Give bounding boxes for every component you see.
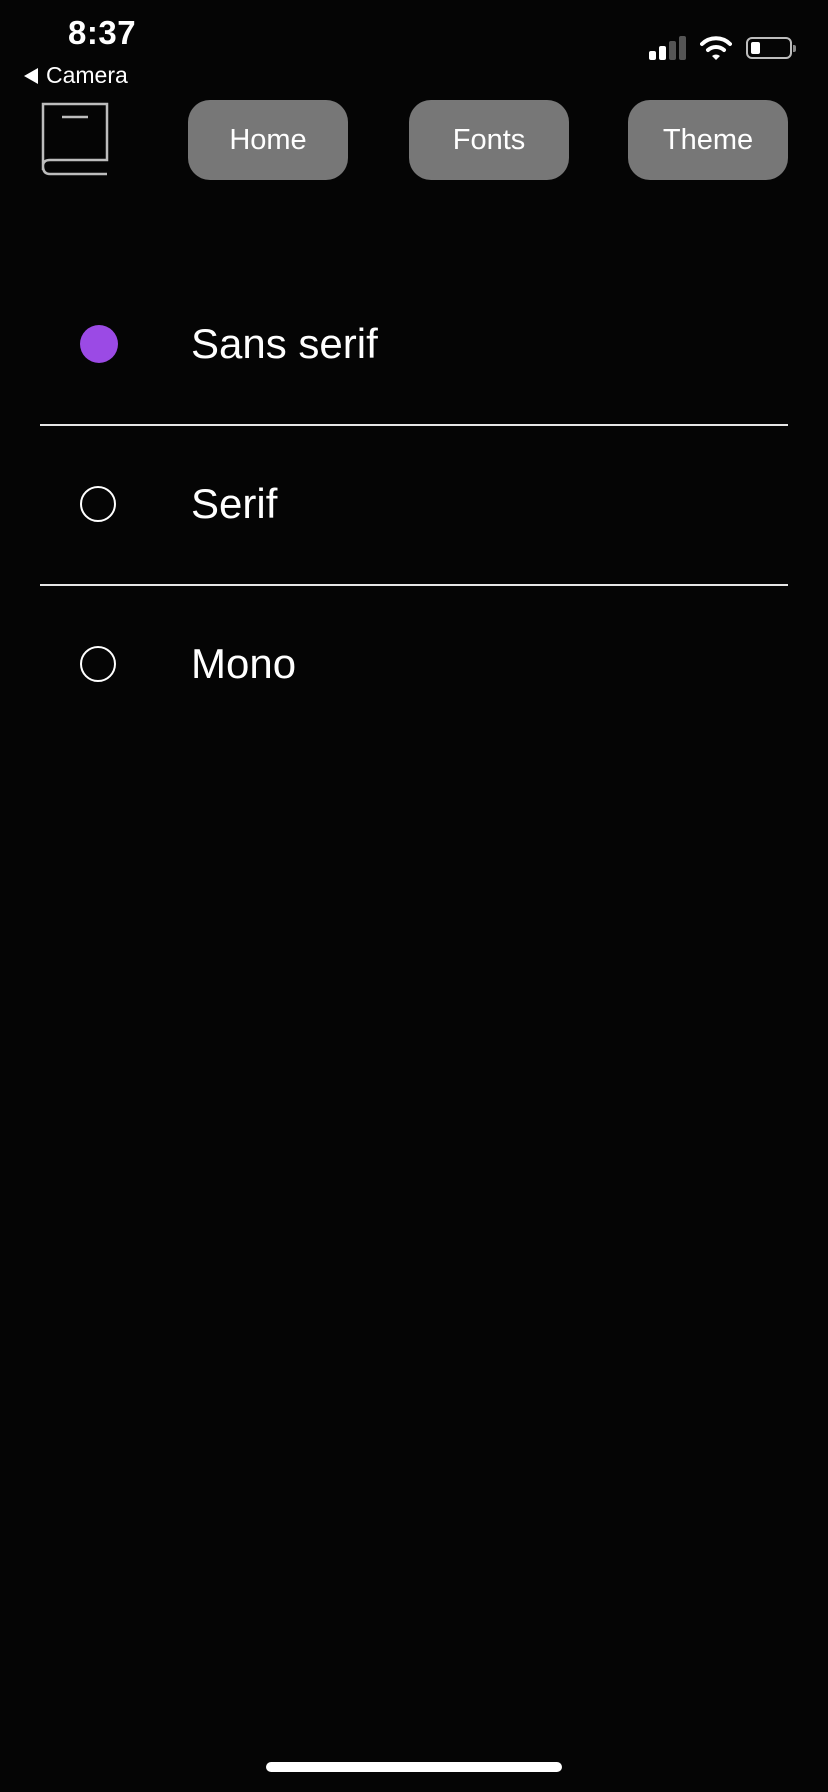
wifi-icon bbox=[700, 36, 732, 60]
font-option-label: Serif bbox=[191, 480, 278, 527]
home-button[interactable]: Home bbox=[188, 100, 348, 180]
theme-button[interactable]: Theme bbox=[628, 100, 788, 180]
book-icon[interactable] bbox=[40, 100, 110, 178]
radio-unselected-icon[interactable] bbox=[80, 486, 116, 522]
back-link-label: Camera bbox=[46, 62, 128, 88]
font-option-label: Sans serif bbox=[191, 320, 378, 367]
back-arrow-icon bbox=[24, 67, 38, 84]
font-option-mono[interactable]: Mono bbox=[40, 584, 788, 744]
radio-unselected-icon[interactable] bbox=[80, 646, 116, 682]
status-time: 8:37 bbox=[68, 14, 137, 51]
radio-selected-icon[interactable] bbox=[80, 325, 118, 363]
status-icons bbox=[649, 36, 796, 60]
signal-icon bbox=[649, 36, 686, 60]
back-to-camera-link[interactable]: Camera bbox=[24, 62, 128, 89]
font-option-sans-serif[interactable]: Sans serif bbox=[40, 264, 788, 426]
font-option-label: Mono bbox=[191, 640, 297, 687]
fonts-button[interactable]: Fonts bbox=[409, 100, 569, 180]
battery-icon bbox=[746, 37, 796, 59]
font-option-serif[interactable]: Serif bbox=[40, 424, 788, 586]
home-indicator[interactable] bbox=[266, 1762, 562, 1772]
